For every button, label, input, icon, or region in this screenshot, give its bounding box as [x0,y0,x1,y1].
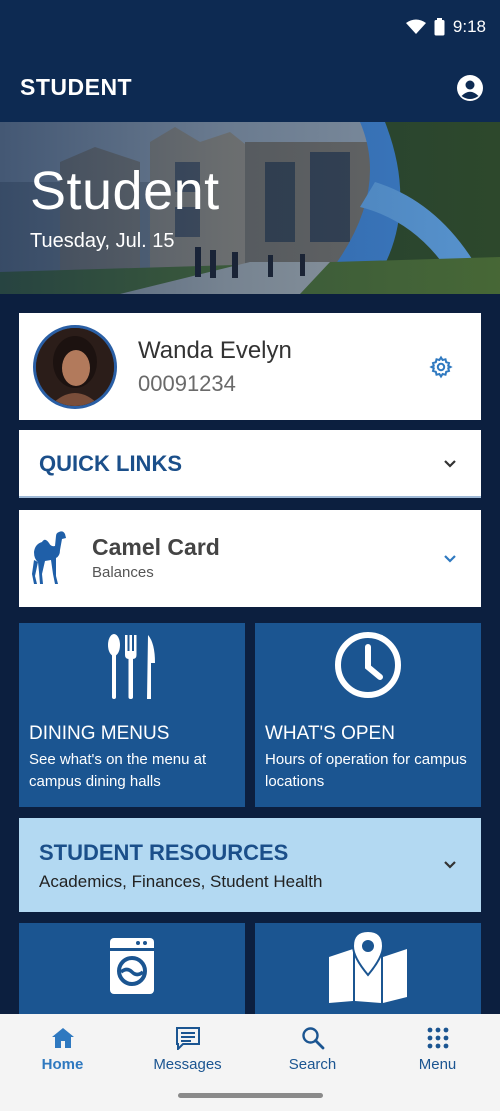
student-resources-card[interactable]: STUDENT RESOURCES Academics, Finances, S… [19,818,481,912]
chevron-down-icon [444,555,456,563]
app-title: STUDENT [20,74,133,100]
chevron-down-icon [444,460,456,468]
student-id: 00091234 [138,371,236,396]
whats-open-tile[interactable]: WHAT'S OPEN Hours of operation for campu… [255,623,481,807]
nav-menu-label: Menu [418,1056,457,1073]
grid-menu-icon [427,1027,448,1049]
utensils-icon [108,634,155,699]
nav-search-label: Search [288,1056,337,1073]
avatar-photo [36,328,114,406]
nav-search[interactable]: Search [250,1026,375,1086]
account-icon[interactable] [456,74,484,102]
app-bar: STUDENT [0,54,500,122]
hero-date: Tuesday, Jul. 15 [30,230,175,252]
nav-home[interactable]: Home [0,1026,125,1086]
messages-icon [175,1027,200,1050]
camel-card-title: Camel Card [92,534,220,560]
profile-card[interactable]: Wanda Evelyn 00091234 [19,313,481,420]
hero-banner: Student Tuesday, Jul. 15 [0,122,500,294]
dining-menus-title: DINING MENUS [29,723,170,744]
nav-messages[interactable]: Messages [125,1026,250,1086]
camel-card[interactable]: Camel Card Balances [19,510,481,607]
camel-card-subtitle: Balances [92,564,154,581]
search-icon [301,1027,324,1050]
status-icons: 9:18 [405,14,486,40]
nav-messages-label: Messages [153,1056,222,1073]
clock-icon [335,632,401,698]
profile-name: Wanda Evelyn [138,337,292,364]
hero-title: Student [30,161,220,221]
whats-open-description: Hours of operation for campus locations [265,751,467,790]
quick-links-title: QUICK LINKS [39,451,182,476]
nav-menu[interactable]: Menu [375,1026,500,1086]
laundry-icon [110,938,154,994]
student-resources-subtitle: Academics, Finances, Student Health [39,872,323,891]
dining-menus-description: See what's on the menu at campus dining … [29,751,207,790]
status-time: 9:18 [452,17,486,36]
whats-open-title: WHAT'S OPEN [265,723,395,744]
status-bar: 9:18 [0,0,500,54]
home-icon [51,1028,74,1048]
chevron-down-icon [444,861,456,869]
camel-icon [32,531,66,584]
student-resources-title: STUDENT RESOURCES [39,840,289,865]
battery-icon [434,18,445,36]
wifi-icon [405,19,426,34]
map-icon [329,931,407,1003]
avatar [33,325,117,409]
nav-home-label: Home [41,1056,84,1073]
gear-icon[interactable] [429,355,453,379]
laundry-tile[interactable] [19,923,245,1014]
home-indicator[interactable] [178,1093,323,1098]
dining-menus-tile[interactable]: DINING MENUS See what's on the menu at c… [19,623,245,807]
quick-links-card[interactable]: QUICK LINKS [19,430,481,498]
campus-map-tile[interactable] [255,923,481,1014]
